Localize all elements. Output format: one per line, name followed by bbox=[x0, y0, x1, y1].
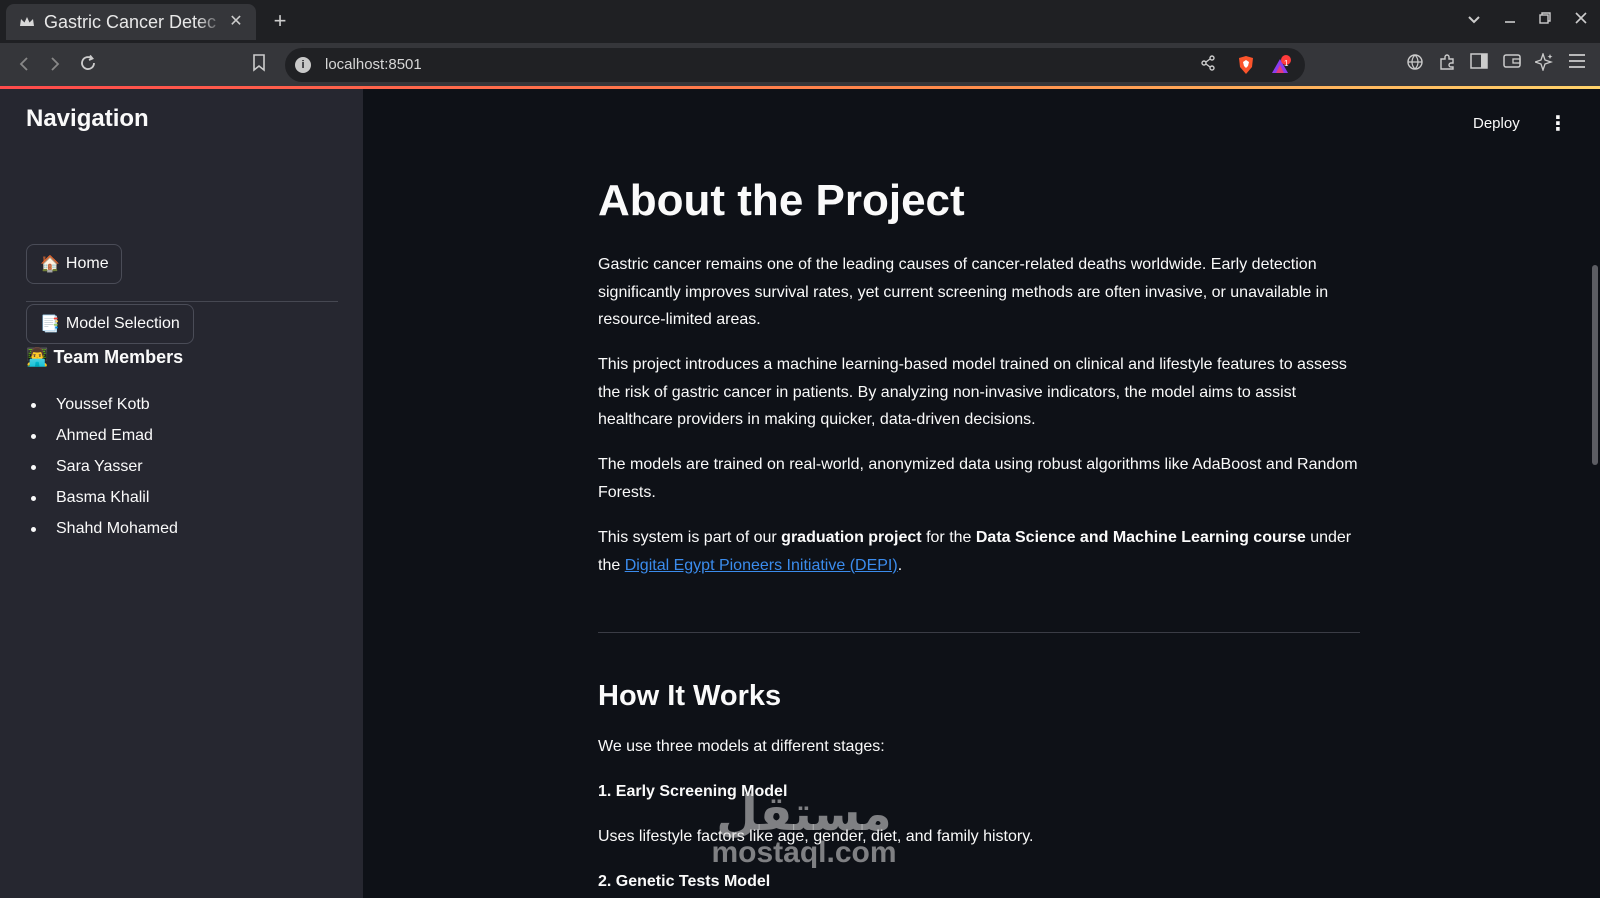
how-intro-text: We use three models at different stages: bbox=[598, 738, 885, 755]
depi-link[interactable]: Digital Egypt Pioneers Initiative (DEPI) bbox=[625, 557, 898, 574]
extensions-puzzle-icon[interactable] bbox=[1435, 53, 1459, 77]
list-item: Ahmed Emad bbox=[26, 420, 178, 451]
browser-toolbar: i localhost:8501 1 bbox=[0, 43, 1600, 88]
list-item: Youssef Kotb bbox=[26, 389, 178, 420]
new-tab-button[interactable]: + bbox=[268, 9, 292, 33]
address-bar[interactable]: i localhost:8501 1 bbox=[285, 48, 1305, 82]
close-window-icon[interactable] bbox=[1569, 10, 1593, 32]
brave-rewards-icon[interactable]: 1 bbox=[1270, 55, 1292, 77]
watermark-logo: مستقل mostaql.com bbox=[706, 790, 902, 868]
back-icon[interactable] bbox=[10, 52, 38, 80]
deploy-button[interactable]: Deploy bbox=[1473, 115, 1520, 132]
watermark-arabic: مستقل bbox=[716, 786, 892, 842]
tab-title: Gastric Cancer Detec bbox=[44, 11, 217, 32]
text-span: for the bbox=[921, 529, 976, 546]
house-icon: 🏠 bbox=[40, 256, 60, 273]
reload-icon[interactable] bbox=[74, 52, 102, 80]
graduation-project-bold: graduation project bbox=[781, 529, 922, 546]
list-item: Sara Yasser bbox=[26, 451, 178, 482]
step2-title: 2. Genetic Tests Model bbox=[598, 873, 771, 890]
browser-tab[interactable]: Gastric Cancer Detec ✕ bbox=[6, 4, 256, 40]
page-title: About the Project bbox=[598, 176, 965, 225]
graduation-paragraph: This system is part of our graduation pr… bbox=[598, 524, 1360, 579]
sidebar-toggle-icon[interactable] bbox=[1467, 53, 1491, 77]
leo-ai-icon[interactable] bbox=[1532, 51, 1556, 77]
project-paragraph: This project introduces a machine learni… bbox=[598, 356, 1347, 428]
browser-menu-icon[interactable] bbox=[1565, 53, 1589, 77]
home-button-label: Home bbox=[65, 255, 109, 272]
bookmark-tabs-icon: 📑 bbox=[40, 316, 60, 333]
bookmark-icon[interactable] bbox=[245, 52, 273, 80]
sidebar-divider bbox=[26, 301, 338, 302]
model-selection-button-label: Model Selection bbox=[65, 315, 180, 332]
course-bold: Data Science and Machine Learning course bbox=[975, 529, 1306, 546]
intro-paragraph: Gastric cancer remains one of the leadin… bbox=[598, 256, 1329, 328]
notification-badge: 1 bbox=[1284, 59, 1289, 68]
model-selection-button[interactable]: 📑 Model Selection bbox=[26, 304, 194, 344]
list-item: Basma Khalil bbox=[26, 482, 178, 513]
models-paragraph: The models are trained on real-world, an… bbox=[598, 456, 1358, 501]
content-divider bbox=[598, 632, 1360, 633]
team-members-heading: 👨‍💻 Team Members bbox=[26, 347, 183, 368]
tab-list-chevron-icon[interactable] bbox=[1462, 10, 1486, 32]
url-text[interactable]: localhost:8501 bbox=[325, 56, 422, 73]
minimize-icon[interactable] bbox=[1498, 10, 1522, 32]
browser-tab-strip: Gastric Cancer Detec ✕ + bbox=[0, 0, 1600, 43]
team-members-list: Youssef Kotb Ahmed Emad Sara Yasser Basm… bbox=[26, 389, 178, 544]
close-tab-icon[interactable]: ✕ bbox=[226, 12, 246, 32]
site-info-icon[interactable]: i bbox=[295, 57, 311, 73]
home-button[interactable]: 🏠 Home bbox=[26, 244, 122, 284]
text-span: This system is part of our bbox=[598, 529, 782, 546]
wallet-icon[interactable] bbox=[1500, 53, 1524, 77]
sidebar-title: Navigation bbox=[26, 105, 149, 132]
brave-shield-icon[interactable] bbox=[1235, 55, 1257, 77]
team-members-title: Team Members bbox=[53, 347, 184, 367]
forward-icon[interactable] bbox=[41, 52, 69, 80]
page-scrollbar[interactable] bbox=[1592, 265, 1598, 465]
translate-globe-icon[interactable] bbox=[1403, 53, 1427, 77]
technologist-icon: 👨‍💻 bbox=[26, 347, 49, 367]
restore-icon[interactable] bbox=[1533, 10, 1557, 32]
watermark-latin: mostaql.com bbox=[711, 836, 897, 869]
main-menu-icon[interactable]: ⋮ bbox=[1548, 112, 1568, 136]
list-item: Shahd Mohamed bbox=[26, 513, 178, 544]
text-span: . bbox=[897, 556, 903, 574]
how-it-works-heading: How It Works bbox=[598, 680, 782, 712]
streamlit-crown-icon bbox=[18, 13, 36, 31]
share-icon[interactable] bbox=[1197, 55, 1219, 77]
